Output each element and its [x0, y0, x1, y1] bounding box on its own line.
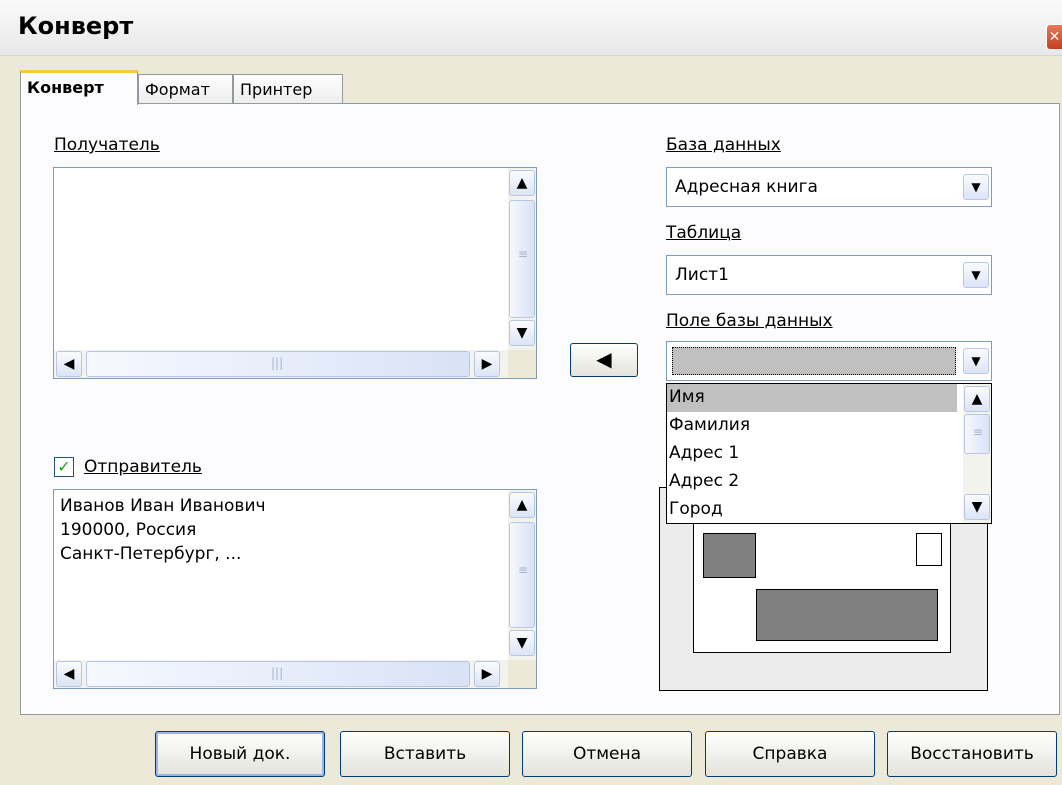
recipient-hscroll[interactable]: ◀ ||| ▶ [54, 350, 508, 378]
scroll-thumb[interactable]: ||| [86, 661, 470, 687]
db-field-dropdown[interactable]: Имя Фамилия Адрес 1 Адрес 2 Город ▲ ≡ ▼ [666, 383, 992, 524]
window-title: Конверт [18, 12, 134, 40]
scroll-right-icon[interactable]: ▶ [474, 661, 500, 687]
scroll-left-icon[interactable]: ◀ [56, 351, 82, 377]
preview-sender-block [703, 533, 756, 578]
db-field-select[interactable]: ▼ [666, 341, 992, 381]
scroll-up-icon[interactable]: ▲ [964, 386, 990, 412]
insert-field-button[interactable]: ◀ [570, 343, 638, 377]
sender-address[interactable]: Иванов Иван Иванович 190000, Россия Санкт-… [60, 494, 266, 566]
arrow-left-icon: ◀ [596, 347, 612, 371]
recipient-vscroll[interactable]: ▲ ≡ ▼ [508, 168, 536, 350]
scroll-down-icon[interactable]: ▼ [509, 320, 535, 346]
scroll-down-icon[interactable]: ▼ [509, 630, 535, 656]
scroll-thumb[interactable]: ||| [86, 351, 470, 377]
sender-textbox[interactable]: Иванов Иван Иванович 190000, Россия Санкт-… [53, 489, 537, 689]
cancel-button[interactable]: Отмена [522, 731, 692, 777]
scroll-up-icon[interactable]: ▲ [509, 492, 535, 518]
dropdown-option[interactable]: Имя [667, 384, 957, 412]
help-button[interactable]: Справка [705, 731, 875, 777]
chevron-down-icon[interactable]: ▼ [963, 262, 989, 288]
scroll-thumb[interactable]: ≡ [509, 200, 535, 318]
sender-hscroll[interactable]: ◀ ||| ▶ [54, 660, 508, 688]
scroll-down-icon[interactable]: ▼ [964, 494, 990, 520]
tab-envelope[interactable]: Конверт [20, 70, 138, 105]
database-select[interactable]: Адресная книга ▼ [666, 167, 992, 207]
database-value: Адресная книга [675, 177, 818, 197]
preview-stamp-block [916, 533, 942, 566]
dropdown-option[interactable]: Город [667, 496, 957, 524]
insert-button[interactable]: Вставить [340, 731, 510, 777]
db-field-label: Поле базы данных [666, 311, 833, 331]
dropdown-vscroll[interactable]: ▲ ≡ ▼ [963, 384, 991, 523]
scroll-thumb[interactable]: ≡ [509, 522, 535, 628]
scroll-up-icon[interactable]: ▲ [509, 170, 535, 196]
sender-vscroll[interactable]: ▲ ≡ ▼ [508, 490, 536, 660]
database-label: База данных [666, 135, 781, 155]
scroll-thumb[interactable]: ≡ [964, 414, 990, 454]
title-bar: Конверт ✕ [0, 0, 1062, 56]
tab-format[interactable]: Формат [138, 74, 233, 104]
close-icon[interactable]: ✕ [1046, 24, 1062, 50]
table-select[interactable]: Лист1 ▼ [666, 255, 992, 295]
db-field-value [672, 347, 956, 375]
dropdown-option[interactable]: Адрес 2 [667, 468, 957, 496]
sender-checkbox[interactable]: ✓ [54, 457, 74, 477]
dropdown-option[interactable]: Фамилия [667, 412, 957, 440]
chevron-down-icon[interactable]: ▼ [963, 348, 989, 374]
new-document-button[interactable]: Новый док. [155, 731, 325, 777]
scroll-left-icon[interactable]: ◀ [56, 661, 82, 687]
recipient-textbox[interactable]: ▲ ≡ ▼ ◀ ||| ▶ [53, 167, 537, 379]
preview-recipient-block [756, 589, 938, 641]
recipient-label: Получатель [54, 135, 160, 155]
chevron-down-icon[interactable]: ▼ [963, 174, 989, 200]
sender-label: Отправитель [84, 457, 202, 477]
reset-button[interactable]: Восстановить [887, 731, 1057, 777]
dropdown-option[interactable]: Адрес 1 [667, 440, 957, 468]
tab-printer[interactable]: Принтер [233, 74, 343, 104]
table-label: Таблица [666, 223, 742, 243]
scroll-right-icon[interactable]: ▶ [474, 351, 500, 377]
table-value: Лист1 [675, 265, 729, 285]
